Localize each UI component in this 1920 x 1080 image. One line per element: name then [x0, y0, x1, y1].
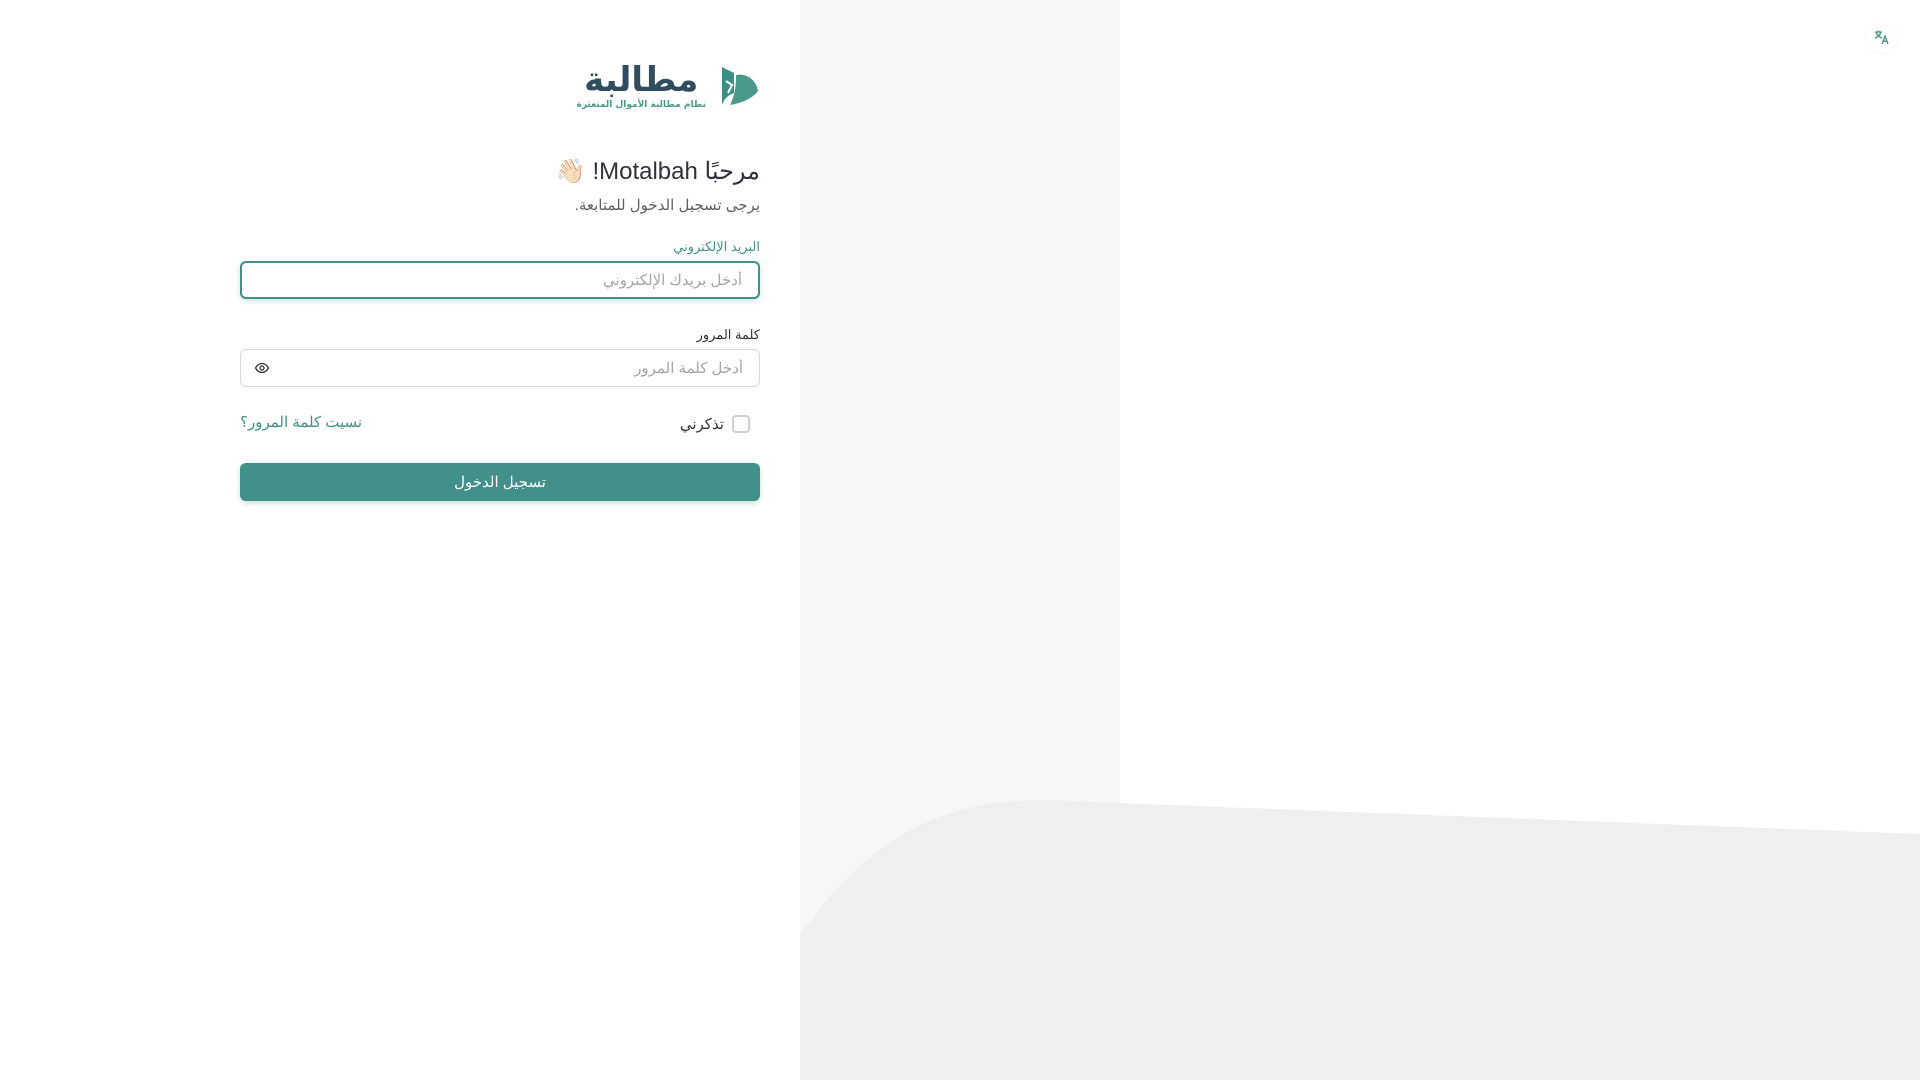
login-button[interactable]: تسجيل الدخول	[240, 463, 760, 501]
email-field[interactable]	[240, 261, 760, 299]
email-field-wrapper	[240, 261, 760, 299]
logo-mark-icon	[722, 67, 758, 105]
eye-icon[interactable]	[254, 360, 270, 376]
translate-icon	[1874, 30, 1889, 45]
remember-me: تذكرني	[680, 415, 750, 433]
welcome-title: مرحبًا Motalbah! 👋🏻	[555, 158, 760, 185]
login-form: مطالبة نظام مطالبة الأموال المتعثرة مرحب…	[240, 55, 760, 501]
brand-name: مطالبة	[584, 60, 699, 100]
login-panel: مطالبة نظام مطالبة الأموال المتعثرة مرحب…	[0, 0, 800, 1080]
login-options-row: تذكرني نسيت كلمة المرور؟	[240, 413, 760, 433]
login-page: مطالبة نظام مطالبة الأموال المتعثرة مرحب…	[0, 0, 1920, 1080]
welcome-subtitle: يرجى تسجيل الدخول للمتابعة.	[574, 197, 760, 214]
brand-tagline: نظام مطالبة الأموال المتعثرة	[576, 100, 707, 110]
brand-logo: مطالبة نظام مطالبة الأموال المتعثرة	[240, 55, 760, 117]
remember-me-checkbox[interactable]	[732, 415, 750, 433]
email-label: البريد الإلكتروني	[673, 239, 760, 254]
password-field-wrapper	[240, 349, 760, 387]
password-label: كلمة المرور	[696, 327, 760, 342]
forgot-password-link[interactable]: نسيت كلمة المرور؟	[240, 413, 362, 431]
language-toggle-button[interactable]	[1866, 21, 1898, 53]
password-field[interactable]	[240, 349, 760, 387]
remember-me-label: تذكرني	[679, 416, 724, 433]
logo-text: مطالبة نظام مطالبة الأموال المتعثرة	[577, 62, 707, 110]
bottom-shape	[800, 800, 1920, 1080]
